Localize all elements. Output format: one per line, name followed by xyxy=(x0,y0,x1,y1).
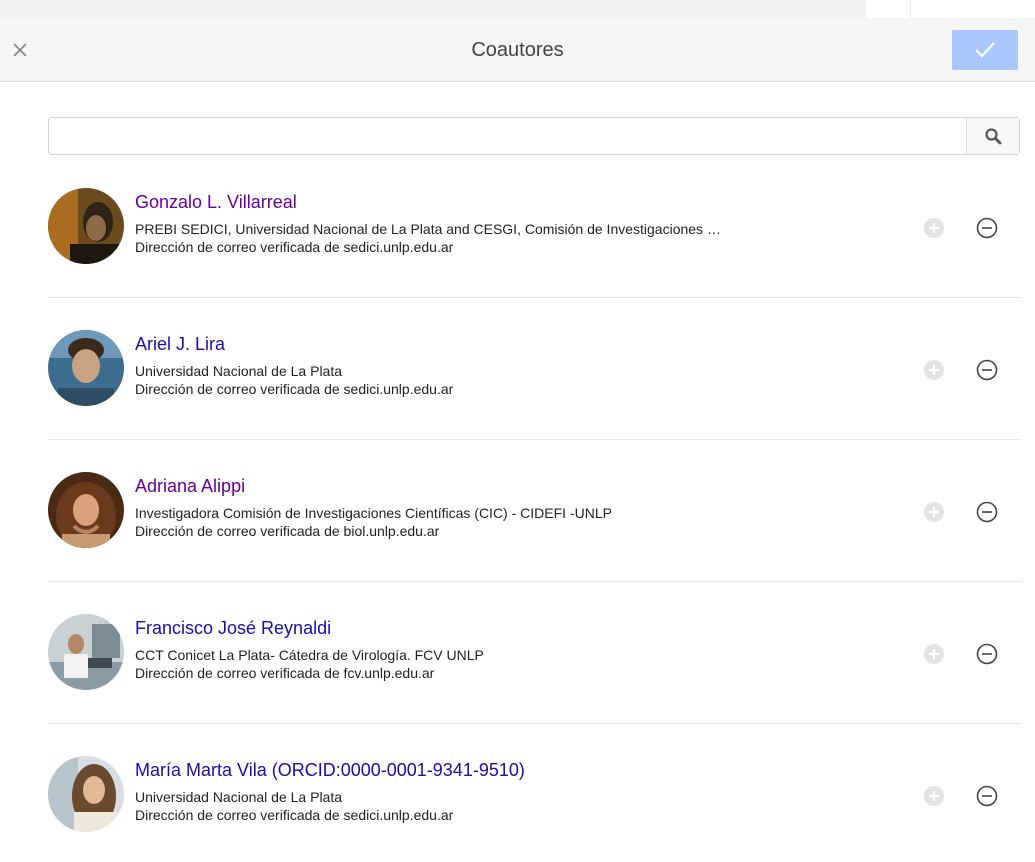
dialog-title: Coautores xyxy=(471,39,564,61)
coauthor-info: Francisco José Reynaldi CCT Conicet La P… xyxy=(135,616,880,682)
coauthor-affiliation: Universidad Nacional de La Plata xyxy=(135,789,343,805)
avatar-photo xyxy=(48,188,124,264)
coauthor-list: Gonzalo L. Villarreal PREBI SEDICI, Univ… xyxy=(0,156,1035,862)
avatar-photo xyxy=(48,614,124,690)
coauthor-row: Ariel J. Lira Universidad Nacional de La… xyxy=(0,298,1035,440)
avatar-photo xyxy=(48,756,124,832)
remove-coauthor-button[interactable] xyxy=(974,783,1000,809)
remove-coauthor-button[interactable] xyxy=(974,499,1000,525)
coauthor-email: Dirección de correo verificada de biol.u… xyxy=(135,523,440,539)
search-icon xyxy=(985,128,1002,145)
close-icon xyxy=(13,43,27,57)
coauthor-row: Adriana Alippi Investigadora Comisión de… xyxy=(0,440,1035,582)
coauthors-dialog: Coautores Gonzalo L. Villarreal PREBI SE… xyxy=(0,0,1035,862)
avatar[interactable] xyxy=(48,330,124,406)
minus-circle-icon xyxy=(976,785,998,807)
coauthor-info: Gonzalo L. Villarreal PREBI SEDICI, Univ… xyxy=(135,190,880,256)
coauthor-email: Dirección de correo verificada de sedici… xyxy=(135,381,454,397)
coauthor-affiliation: PREBI SEDICI, Universidad Nacional de La… xyxy=(135,221,721,237)
avatar-photo xyxy=(48,472,124,548)
background-divider xyxy=(910,0,911,18)
add-coauthor-button[interactable] xyxy=(922,784,946,808)
avatar[interactable] xyxy=(48,472,124,548)
coauthor-row: Francisco José Reynaldi CCT Conicet La P… xyxy=(0,582,1035,724)
coauthor-email: Dirección de correo verificada de fcv.un… xyxy=(135,665,435,681)
coauthor-row: María Marta Vila (ORCID:0000-0001-9341-9… xyxy=(0,724,1035,862)
search-box xyxy=(48,117,1020,155)
coauthor-affiliation: Universidad Nacional de La Plata xyxy=(135,363,343,379)
coauthor-email: Dirección de correo verificada de sedici… xyxy=(135,807,454,823)
dialog-header: Coautores xyxy=(0,18,1035,82)
plus-circle-icon xyxy=(924,786,944,806)
avatar-photo xyxy=(48,330,124,406)
coauthor-name-link[interactable]: María Marta Vila (ORCID:0000-0001-9341-9… xyxy=(135,758,880,782)
coauthor-name-link[interactable]: Ariel J. Lira xyxy=(135,332,880,356)
done-button[interactable] xyxy=(952,30,1018,70)
background-strip xyxy=(0,0,866,18)
add-coauthor-button[interactable] xyxy=(922,216,946,240)
minus-circle-icon xyxy=(976,501,998,523)
search-input[interactable] xyxy=(49,118,966,154)
minus-circle-icon xyxy=(976,643,998,665)
add-coauthor-button[interactable] xyxy=(922,500,946,524)
coauthor-name-link[interactable]: Francisco José Reynaldi xyxy=(135,616,880,640)
add-coauthor-button[interactable] xyxy=(922,642,946,666)
coauthor-affiliation: Investigadora Comisión de Investigacione… xyxy=(135,505,612,521)
close-button[interactable] xyxy=(0,18,40,82)
plus-circle-icon xyxy=(924,502,944,522)
plus-circle-icon xyxy=(924,360,944,380)
coauthor-name-link[interactable]: Adriana Alippi xyxy=(135,474,880,498)
avatar[interactable] xyxy=(48,188,124,264)
coauthor-affiliation: CCT Conicet La Plata- Cátedra de Virolog… xyxy=(135,647,484,663)
search-button[interactable] xyxy=(966,118,1019,154)
coauthor-info: María Marta Vila (ORCID:0000-0001-9341-9… xyxy=(135,758,880,824)
remove-coauthor-button[interactable] xyxy=(974,357,1000,383)
minus-circle-icon xyxy=(976,217,998,239)
coauthor-name-link[interactable]: Gonzalo L. Villarreal xyxy=(135,190,880,214)
remove-coauthor-button[interactable] xyxy=(974,215,1000,241)
avatar[interactable] xyxy=(48,756,124,832)
coauthor-email: Dirección de correo verificada de sedici… xyxy=(135,239,454,255)
plus-circle-icon xyxy=(924,218,944,238)
add-coauthor-button[interactable] xyxy=(922,358,946,382)
minus-circle-icon xyxy=(976,359,998,381)
coauthor-info: Adriana Alippi Investigadora Comisión de… xyxy=(135,474,880,540)
plus-circle-icon xyxy=(924,644,944,664)
checkmark-icon xyxy=(975,42,995,58)
remove-coauthor-button[interactable] xyxy=(974,641,1000,667)
coauthor-row: Gonzalo L. Villarreal PREBI SEDICI, Univ… xyxy=(0,156,1035,298)
coauthor-info: Ariel J. Lira Universidad Nacional de La… xyxy=(135,332,880,398)
avatar[interactable] xyxy=(48,614,124,690)
